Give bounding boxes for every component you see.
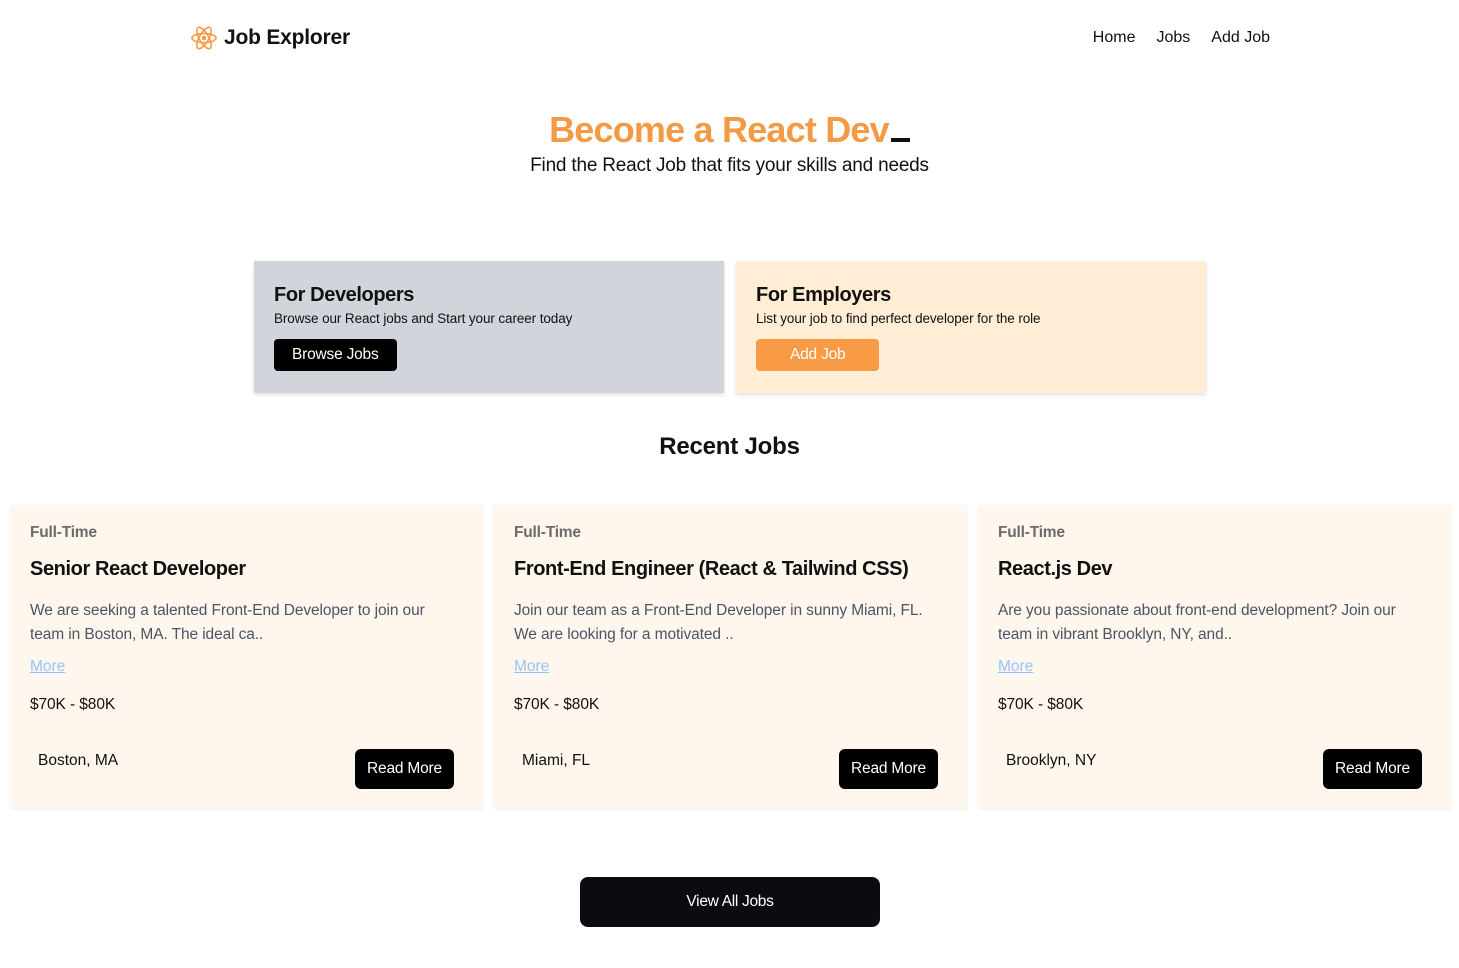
hero-title: Become a React Dev	[0, 108, 1459, 152]
navbar: Job Explorer Home Jobs Add Job	[0, 0, 1459, 80]
job-type: Full-Time	[514, 524, 581, 541]
job-salary: $70K - $80K	[30, 696, 116, 713]
job-description: We are seeking a talented Front-End Deve…	[30, 602, 425, 643]
recent-jobs-title: Recent Jobs	[659, 433, 800, 460]
job-title: Senior React Developer	[30, 558, 246, 580]
job-description: Join our team as a Front-End Developer i…	[514, 602, 923, 643]
view-all-jobs-button[interactable]: View All Jobs	[580, 877, 880, 927]
read-more-button[interactable]: Read More	[839, 749, 938, 789]
nav-link-jobs[interactable]: Jobs	[1156, 29, 1190, 47]
read-more-button[interactable]: Read More	[355, 749, 454, 789]
developers-card-title: For Developers	[274, 284, 415, 306]
typing-cursor	[890, 138, 910, 142]
job-more-link[interactable]: More	[514, 658, 549, 676]
job-more-link[interactable]: More	[998, 658, 1033, 676]
job-card: Full-Time Front-End Engineer (React & Ta…	[494, 505, 967, 808]
employers-card-text: List your job to find perfect developer …	[756, 311, 1041, 326]
job-list: Full-Time Senior React Developer We are …	[10, 505, 1451, 808]
job-title: React.js Dev	[998, 558, 1113, 580]
developers-card-text: Browse our React jobs and Start your car…	[274, 311, 573, 326]
brand-logo[interactable]: Job Explorer	[190, 24, 350, 52]
hero-title-text: Become a React Dev	[549, 109, 890, 150]
job-card: Full-Time Senior React Developer We are …	[10, 505, 483, 808]
page: Job Explorer Home Jobs Add Job Become a …	[0, 0, 1459, 968]
job-salary: $70K - $80K	[514, 696, 600, 713]
job-location: Boston, MA	[38, 752, 119, 769]
job-card: Full-Time React.js Dev Are you passionat…	[978, 505, 1451, 808]
job-more-link[interactable]: More	[30, 658, 65, 676]
add-job-button[interactable]: Add Job	[756, 339, 880, 371]
job-location: Brooklyn, NY	[1006, 752, 1097, 769]
brand-name: Job Explorer	[224, 26, 350, 49]
employers-card-title: For Employers	[756, 284, 891, 306]
nav-link-add-job[interactable]: Add Job	[1211, 29, 1270, 47]
job-description: Are you passionate about front-end devel…	[998, 602, 1396, 643]
job-location: Miami, FL	[522, 752, 591, 769]
nav-link-home[interactable]: Home	[1093, 29, 1136, 47]
employers-card: For Employers List your job to find perf…	[736, 261, 1206, 393]
job-salary: $70K - $80K	[998, 696, 1084, 713]
read-more-button[interactable]: Read More	[1323, 749, 1422, 789]
job-type: Full-Time	[30, 524, 97, 541]
react-atom-icon	[190, 24, 218, 52]
browse-jobs-button[interactable]: Browse Jobs	[274, 339, 397, 371]
developers-card: For Developers Browse our React jobs and…	[254, 261, 724, 393]
job-type: Full-Time	[998, 524, 1065, 541]
job-title: Front-End Engineer (React & Tailwind CSS…	[514, 558, 909, 580]
nav-links: Home Jobs Add Job	[1093, 29, 1270, 47]
hero-subtitle: Find the React Job that fits your skills…	[530, 155, 929, 176]
